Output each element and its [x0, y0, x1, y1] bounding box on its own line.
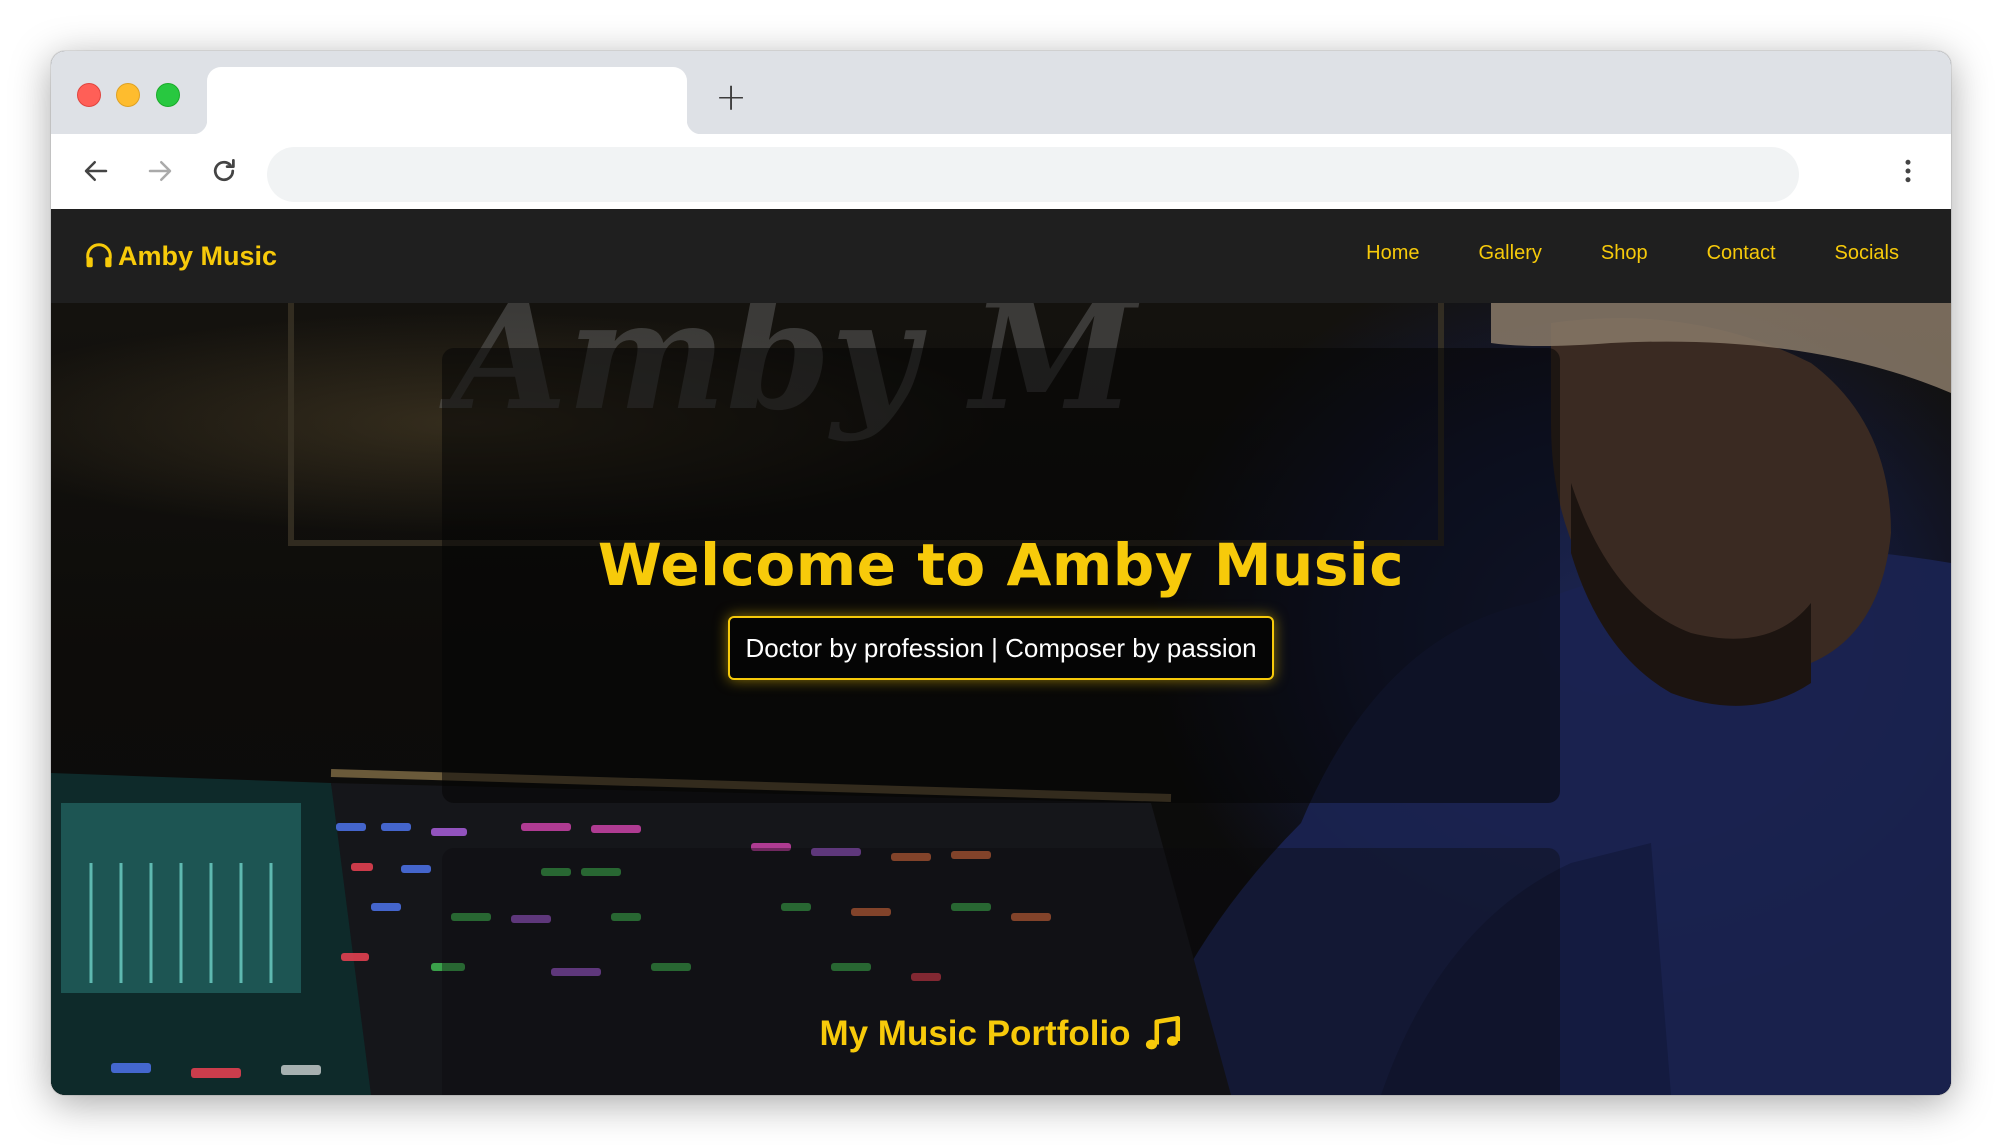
maximize-window-button[interactable] — [156, 83, 180, 107]
tab-strip: + — [51, 51, 1951, 134]
new-tab-button[interactable]: + — [713, 78, 749, 117]
nav-link-home[interactable]: Home — [1366, 242, 1419, 265]
portfolio-title-text: My Music Portfolio — [819, 1014, 1131, 1053]
close-window-button[interactable] — [77, 83, 101, 107]
portfolio-card — [442, 848, 1560, 1095]
forward-button[interactable] — [141, 152, 179, 190]
brand-logo[interactable]: Amby Music — [84, 239, 277, 273]
browser-toolbar — [51, 134, 1951, 209]
nav-link-contact[interactable]: Contact — [1707, 242, 1776, 265]
hero-tagline: Doctor by profession | Composer by passi… — [728, 616, 1274, 680]
nav-link-socials[interactable]: Socials — [1835, 242, 1899, 265]
brand-name: Amby Music — [118, 240, 278, 271]
browser-window: + Amby Music Home Gallery Shop Contact S… — [51, 51, 1951, 1095]
back-button[interactable] — [77, 152, 115, 190]
hero-title: Welcome to Amby Music — [597, 531, 1405, 599]
nav-links: Home Gallery Shop Contact Socials — [1307, 242, 1899, 265]
hero-section: Amby M — [51, 303, 1951, 1095]
nav-link-gallery[interactable]: Gallery — [1479, 242, 1542, 265]
headphones-icon — [86, 243, 112, 268]
tagline-text: Doctor by profession | Composer by passi… — [745, 632, 1257, 663]
nav-link-shop[interactable]: Shop — [1601, 242, 1648, 265]
music-note-icon — [1145, 1015, 1180, 1050]
web-page: Amby Music Home Gallery Shop Contact Soc… — [51, 209, 1951, 1095]
arrow-left-icon — [84, 161, 108, 181]
portfolio-heading: My Music Portfolio — [51, 1013, 1951, 1055]
reload-icon — [213, 159, 235, 182]
browser-menu-button[interactable] — [1889, 152, 1927, 190]
reload-button[interactable] — [205, 152, 243, 190]
browser-tab[interactable] — [193, 67, 701, 134]
address-bar[interactable] — [267, 147, 1799, 202]
minimize-window-button[interactable] — [116, 83, 140, 107]
arrow-right-icon — [148, 161, 172, 181]
kebab-menu-icon — [1905, 159, 1911, 183]
site-navbar: Amby Music Home Gallery Shop Contact Soc… — [51, 209, 1951, 303]
